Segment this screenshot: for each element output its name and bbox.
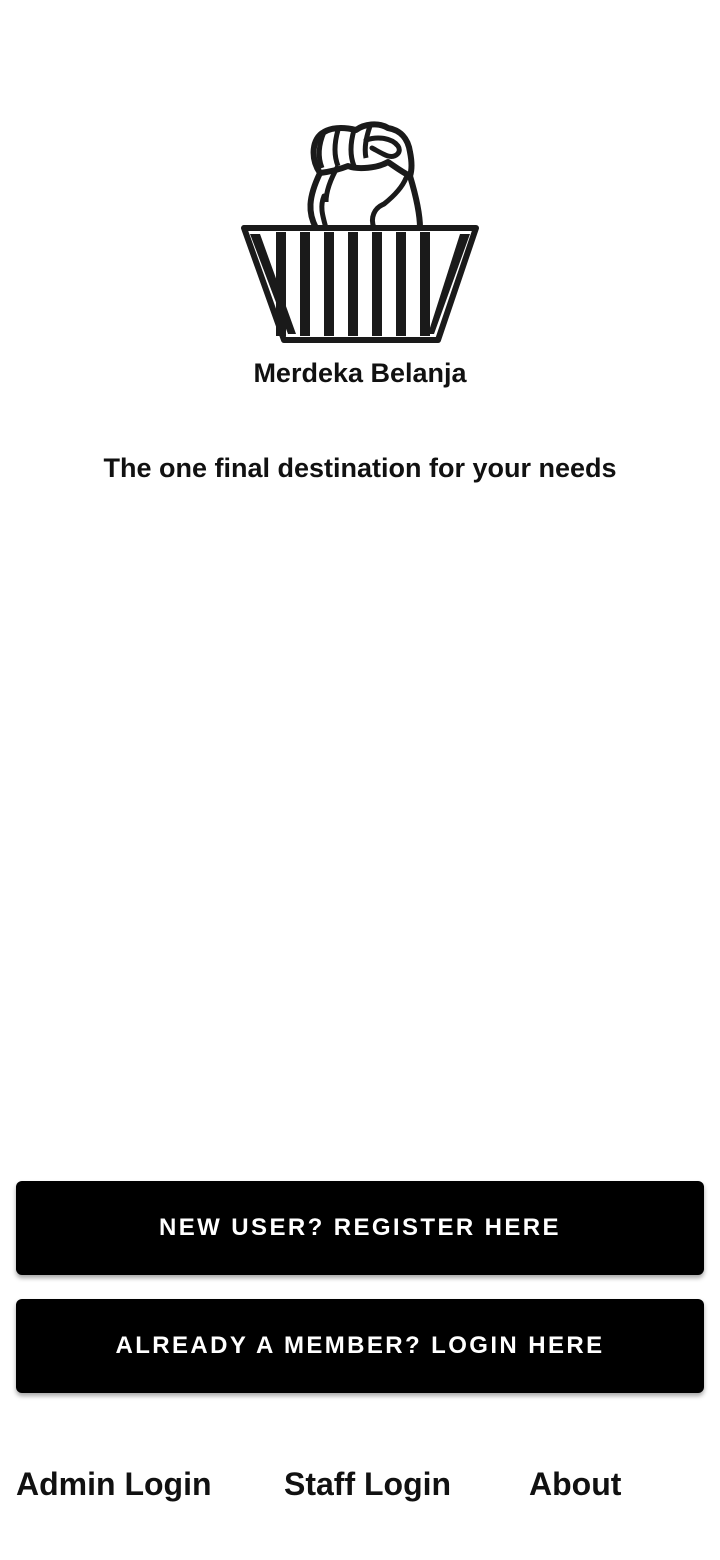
register-button-label: NEW USER? REGISTER HERE [159,1214,561,1241]
login-button-label: ALREADY A MEMBER? LOGIN HERE [115,1332,605,1359]
staff-login-link[interactable]: Staff Login [284,1462,451,1506]
register-button[interactable]: NEW USER? REGISTER HERE [16,1181,704,1275]
tagline: The one final destination for your needs [103,453,617,483]
fist-basket-icon [241,121,479,343]
brand-name: Merdeka Belanja [253,358,467,388]
login-button[interactable]: ALREADY A MEMBER? LOGIN HERE [16,1299,704,1393]
about-link[interactable]: About [529,1462,621,1506]
admin-login-link[interactable]: Admin Login [16,1462,212,1506]
logo [238,118,482,346]
